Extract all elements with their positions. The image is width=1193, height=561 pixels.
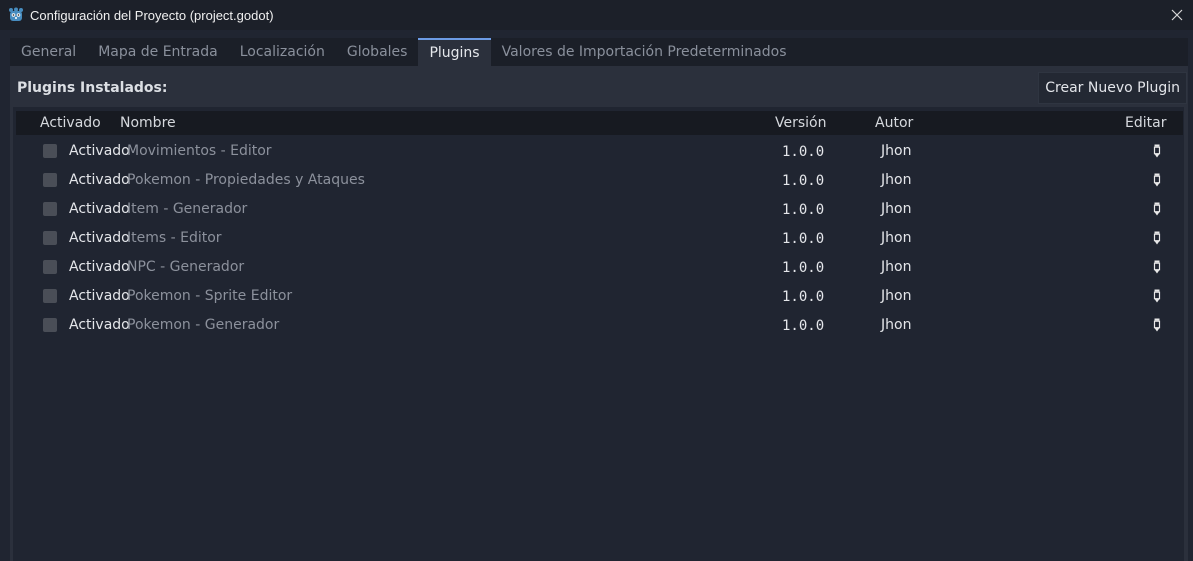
plugins-title: Plugins Instalados: [17,80,168,96]
edit-plugin-button[interactable] [1150,172,1164,188]
edit-plugin-button[interactable] [1150,143,1164,159]
plugin-enabled-label[interactable]: Activado [69,172,130,188]
plugin-enabled-checkbox[interactable] [43,202,57,216]
plugin-author: Jhon [881,259,912,275]
plugin-enabled-label[interactable]: Activado [69,230,130,246]
plugins-panel: Plugins Instalados: Crear Nuevo Plugin A… [10,66,1188,561]
pencil-icon [1153,260,1161,274]
table-row[interactable]: Activado NPC - Generador 1.0.0 Jhon [13,253,1184,282]
plugin-enabled-label[interactable]: Activado [69,259,130,275]
column-author[interactable]: Autor [875,115,913,131]
pencil-icon [1153,144,1161,158]
plugin-version: 1.0.0 [782,289,825,305]
column-enabled[interactable]: Activado [40,115,101,131]
pencil-icon [1153,289,1161,303]
window-title: Configuración del Proyecto (project.godo… [30,7,274,23]
plugins-table: Activado Nombre Versión Autor Editar Act… [13,107,1184,561]
plugin-version: 1.0.0 [782,231,825,247]
plugin-name: Pokemon - Propiedades y Ataques [127,172,365,188]
plugin-author: Jhon [881,143,912,159]
plugin-enabled-checkbox[interactable] [43,289,57,303]
table-row[interactable]: Activado Movimientos - Editor 1.0.0 Jhon [13,137,1184,166]
tab-globales[interactable]: Globales [336,38,419,66]
plugin-enabled-checkbox[interactable] [43,144,57,158]
pencil-icon [1153,318,1161,332]
plugin-version: 1.0.0 [782,202,825,218]
pencil-icon [1153,202,1161,216]
plugin-name: Items - Editor [127,230,222,246]
plugin-enabled-checkbox[interactable] [43,173,57,187]
plugin-name: Pokemon - Generador [127,317,280,333]
table-row[interactable]: Activado Pokemon - Propiedades y Ataques 1… [13,166,1184,195]
table-row[interactable]: Activado Pokemon - Generador 1.0.0 Jhon [13,311,1184,340]
plugin-name: NPC - Generador [127,259,245,275]
pencil-icon [1153,231,1161,245]
plugin-author: Jhon [881,230,912,246]
tab-general[interactable]: General [10,38,87,66]
plugin-enabled-label[interactable]: Activado [69,143,130,159]
plugin-enabled-checkbox[interactable] [43,231,57,245]
column-name[interactable]: Nombre [120,115,176,131]
plugin-enabled-label[interactable]: Activado [69,288,130,304]
edit-plugin-button[interactable] [1150,317,1164,333]
column-version[interactable]: Versión [775,115,826,131]
column-edit[interactable]: Editar [1125,115,1166,131]
edit-plugin-button[interactable] [1150,201,1164,217]
tab-plugins[interactable]: Plugins [418,38,491,66]
project-settings-window: Configuración del Proyecto (project.godo… [0,0,1193,561]
close-button[interactable] [1167,5,1187,25]
edit-plugin-button[interactable] [1150,259,1164,275]
plugin-version: 1.0.0 [782,173,825,189]
plugin-author: Jhon [881,172,912,188]
plugin-name: Pokemon - Sprite Editor [127,288,293,304]
pencil-icon [1153,173,1161,187]
table-header: Activado Nombre Versión Autor Editar [16,111,1183,135]
plugin-enabled-checkbox[interactable] [43,260,57,274]
create-new-plugin-button[interactable]: Crear Nuevo Plugin [1038,72,1187,104]
edit-plugin-button[interactable] [1150,288,1164,304]
plugin-version: 1.0.0 [782,318,825,334]
table-row[interactable]: Activado Item - Generador 1.0.0 Jhon [13,195,1184,224]
plugin-name: Item - Generador [127,201,248,217]
table-row[interactable]: Activado Items - Editor 1.0.0 Jhon [13,224,1184,253]
tab-localizaci-n[interactable]: Localización [229,38,336,66]
plugin-enabled-label[interactable]: Activado [69,317,130,333]
edit-plugin-button[interactable] [1150,230,1164,246]
plugin-author: Jhon [881,201,912,217]
title-bar: Configuración del Proyecto (project.godo… [0,0,1193,30]
plugin-version: 1.0.0 [782,144,825,160]
plugin-enabled-checkbox[interactable] [43,318,57,332]
plugins-header: Plugins Instalados: Crear Nuevo Plugin [10,70,1188,106]
table-row[interactable]: Activado Pokemon - Sprite Editor 1.0.0 Jhon [13,282,1184,311]
tab-mapa-de-entrada[interactable]: Mapa de Entrada [87,38,229,66]
close-icon [1171,9,1183,21]
plugin-name: Movimientos - Editor [127,143,272,159]
plugin-author: Jhon [881,317,912,333]
plugin-version: 1.0.0 [782,260,825,276]
plugin-enabled-label[interactable]: Activado [69,201,130,217]
godot-icon [9,7,23,21]
settings-tabs: General Mapa de Entrada Localización Global… [10,38,1188,66]
plugin-author: Jhon [881,288,912,304]
tab-valores-de-importaci-n-predeterminados[interactable]: Valores de Importación Predeterminados [491,38,798,66]
